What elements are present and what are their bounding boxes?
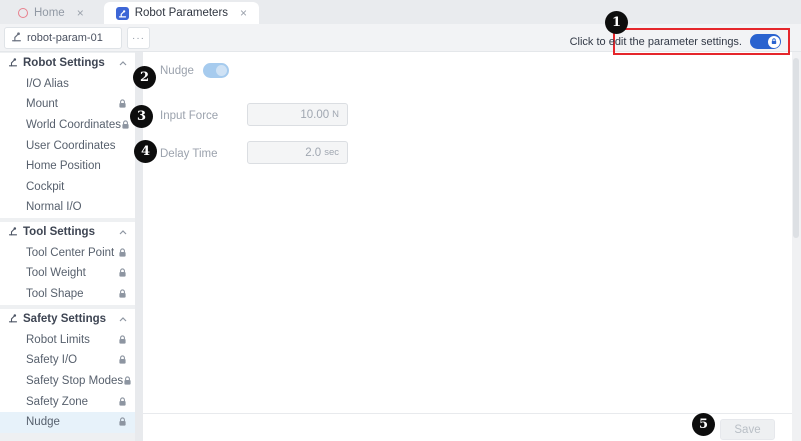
robot-arm-icon bbox=[8, 313, 18, 326]
item-label: World Coordinates bbox=[26, 119, 121, 131]
input-force-field[interactable]: 10.00 N bbox=[247, 103, 348, 126]
tab-home-label: Home bbox=[34, 7, 65, 19]
tab-home-close-icon[interactable]: × bbox=[77, 7, 84, 19]
annotation-3: 3 bbox=[130, 105, 153, 128]
sidebar-item-cockpit[interactable]: Cockpit bbox=[0, 177, 135, 198]
lock-icon bbox=[118, 335, 127, 345]
tab-home[interactable]: Home × bbox=[10, 2, 92, 24]
edit-parameters-toggle[interactable] bbox=[750, 34, 781, 49]
sidebar-item-world-coordinates[interactable]: World Coordinates bbox=[0, 115, 135, 136]
toggle-knob bbox=[216, 65, 227, 76]
sidebar-item-safety-zone[interactable]: Safety Zone bbox=[0, 391, 135, 412]
lock-icon bbox=[123, 376, 132, 386]
lock-icon bbox=[118, 355, 127, 365]
robot-parameters-app: Home × Robot Parameters × robot-param-01… bbox=[0, 0, 801, 441]
input-force-label: Input Force bbox=[160, 110, 218, 122]
delay-time-label: Delay Time bbox=[160, 148, 218, 160]
robot-parameters-icon bbox=[116, 7, 129, 20]
sidebar-section-safety-settings: Safety Settings Robot Limits Safety I/O … bbox=[0, 309, 135, 433]
lock-icon bbox=[121, 120, 130, 130]
edit-banner-text: Click to edit the parameter settings. bbox=[570, 36, 742, 48]
sidebar-item-safety-stop-modes[interactable]: Safety Stop Modes bbox=[0, 371, 135, 392]
edit-banner-highlight: Click to edit the parameter settings. bbox=[613, 28, 790, 55]
item-label: Mount bbox=[26, 98, 58, 110]
lock-icon bbox=[118, 417, 127, 427]
item-label: Tool Shape bbox=[26, 288, 84, 300]
tab-robot-parameters[interactable]: Robot Parameters × bbox=[104, 2, 259, 24]
chevron-up-icon bbox=[119, 61, 127, 66]
sidebar-header-tool-settings[interactable]: Tool Settings bbox=[0, 222, 135, 243]
item-label: Tool Weight bbox=[26, 267, 86, 279]
item-label: I/O Alias bbox=[26, 78, 69, 90]
annotation-5: 5 bbox=[692, 413, 715, 436]
delay-time-value: 2.0 bbox=[305, 147, 321, 159]
sidebar-item-tool-center-point[interactable]: Tool Center Point bbox=[0, 243, 135, 264]
tab-robot-parameters-label: Robot Parameters bbox=[135, 7, 228, 19]
sidebar-item-tool-shape[interactable]: Tool Shape bbox=[0, 284, 135, 305]
item-label: User Coordinates bbox=[26, 140, 115, 152]
sidebar-item-robot-limits[interactable]: Robot Limits bbox=[0, 330, 135, 351]
sidebar-section-robot-settings: Robot Settings I/O Alias Mount World Coo… bbox=[0, 53, 135, 218]
lock-icon bbox=[118, 289, 127, 299]
chevron-up-icon bbox=[119, 230, 127, 235]
section-title: Tool Settings bbox=[23, 226, 95, 238]
more-options-button[interactable]: ··· bbox=[127, 27, 150, 49]
tab-robot-parameters-close-icon[interactable]: × bbox=[240, 7, 247, 19]
item-label: Safety I/O bbox=[26, 354, 77, 366]
toggle-knob-lock-icon bbox=[768, 36, 780, 48]
section-title: Safety Settings bbox=[23, 313, 106, 325]
robot-arm-icon bbox=[11, 31, 22, 45]
item-label: Robot Limits bbox=[26, 334, 90, 346]
annotation-4: 4 bbox=[134, 140, 157, 163]
item-label: Tool Center Point bbox=[26, 247, 114, 259]
sidebar-section-tool-settings: Tool Settings Tool Center Point Tool Wei… bbox=[0, 222, 135, 305]
item-label: Home Position bbox=[26, 160, 101, 172]
item-label: Normal I/O bbox=[26, 201, 82, 213]
item-label: Safety Stop Modes bbox=[26, 375, 123, 387]
sidebar-item-safety-io[interactable]: Safety I/O bbox=[0, 350, 135, 371]
item-label: Cockpit bbox=[26, 181, 64, 193]
nudge-toggle[interactable] bbox=[203, 63, 229, 78]
sidebar-item-io-alias[interactable]: I/O Alias bbox=[0, 74, 135, 95]
annotation-2: 2 bbox=[133, 66, 156, 89]
param-name-box[interactable]: robot-param-01 bbox=[4, 27, 122, 49]
footer-divider bbox=[143, 413, 793, 414]
section-title: Robot Settings bbox=[23, 57, 105, 69]
lock-icon bbox=[118, 397, 127, 407]
sidebar-item-home-position[interactable]: Home Position bbox=[0, 156, 135, 177]
robot-arm-icon bbox=[8, 226, 18, 239]
param-name-label: robot-param-01 bbox=[27, 32, 103, 44]
lock-icon bbox=[118, 99, 127, 109]
sidebar-header-safety-settings[interactable]: Safety Settings bbox=[0, 309, 135, 330]
tab-bar: Home × Robot Parameters × bbox=[0, 0, 801, 24]
input-force-value: 10.00 bbox=[300, 109, 329, 121]
item-label: Nudge bbox=[26, 416, 60, 428]
lock-icon bbox=[118, 268, 127, 278]
sidebar-item-user-coordinates[interactable]: User Coordinates bbox=[0, 135, 135, 156]
robot-arm-icon bbox=[8, 57, 18, 70]
sidebar: Robot Settings I/O Alias Mount World Coo… bbox=[0, 52, 135, 441]
save-button[interactable]: Save bbox=[720, 419, 775, 440]
sidebar-header-robot-settings[interactable]: Robot Settings bbox=[0, 53, 135, 74]
chevron-up-icon bbox=[119, 317, 127, 322]
item-label: Safety Zone bbox=[26, 396, 88, 408]
main-panel: Nudge Input Force 10.00 N Delay Time 2.0… bbox=[143, 52, 801, 441]
delay-time-field[interactable]: 2.0 sec bbox=[247, 141, 348, 164]
annotation-1: 1 bbox=[605, 11, 628, 34]
sidebar-item-nudge[interactable]: Nudge bbox=[0, 412, 135, 433]
lock-icon bbox=[118, 248, 127, 258]
sidebar-item-normal-io[interactable]: Normal I/O bbox=[0, 197, 135, 218]
scrollbar-thumb[interactable] bbox=[793, 58, 799, 238]
main-scrollbar[interactable] bbox=[792, 52, 801, 441]
nudge-toggle-label: Nudge bbox=[160, 65, 194, 77]
delay-time-unit: sec bbox=[324, 147, 339, 158]
home-icon bbox=[18, 8, 28, 18]
sidebar-item-mount[interactable]: Mount bbox=[0, 94, 135, 115]
input-force-unit: N bbox=[332, 109, 339, 120]
sidebar-item-tool-weight[interactable]: Tool Weight bbox=[0, 263, 135, 284]
